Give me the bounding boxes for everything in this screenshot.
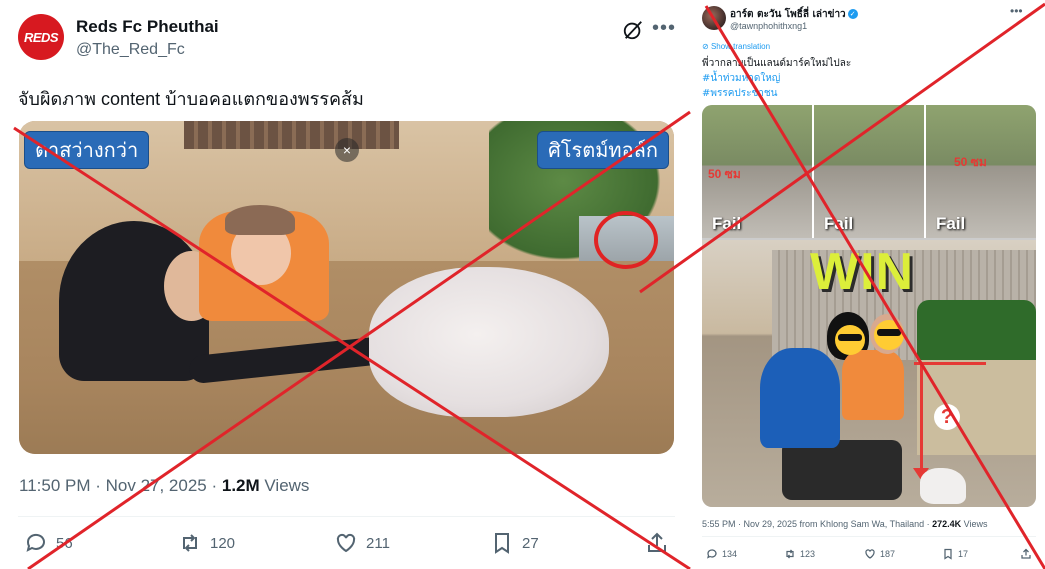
bookmark-button[interactable]: 27 [490,531,539,555]
media-wall [917,360,1036,455]
views-count: 1.2M [221,476,260,495]
media-label-right: ศิโรตม์ทอล์ก [537,131,669,169]
repost-icon [183,534,197,552]
media-panel: Fail [814,105,926,238]
avatar[interactable] [702,6,726,30]
divider [18,516,675,517]
bookmark-count: 17 [958,549,969,559]
bookmark-icon [944,548,952,560]
views-label: Views [259,476,310,495]
close-icon[interactable]: × [335,138,359,162]
handle[interactable]: @The_Red_Fc [76,41,185,59]
like-button[interactable]: 211 [334,531,390,555]
share-button[interactable] [1020,548,1036,560]
translate-icon: ⊘ [702,42,711,51]
highlight-circle [594,211,658,269]
tweet-meta: 5:55 PM · Nov 29, 2025 from Khlong Sam W… [702,519,988,529]
more-icon[interactable]: ••• [652,17,676,40]
media-fail-row: 50 ซม Fail Fail 50 ซม Fail [702,105,1036,238]
media-panel: 50 ซม Fail [702,105,814,238]
sunglasses-emoji-icon [835,325,865,355]
bookmark-button[interactable]: 17 [942,548,968,560]
tweet-meta: 11:50 PM · Nov 27, 2025 · 1.2M Views [19,476,309,496]
divider [702,536,1036,537]
media-hedge [917,300,1036,360]
repost-button[interactable]: 123 [784,548,815,560]
like-count: 187 [880,549,896,559]
display-name[interactable]: Reds Fc Pheuthai [76,17,219,37]
media-hat [225,205,295,235]
win-label: WIN [810,243,915,301]
tweet-time[interactable]: 5:55 PM · Nov 29, 2025 from Khlong Sam W… [702,519,932,529]
reply-icon [26,533,45,552]
media-win-panel: WIN ? [702,240,1036,507]
repost-button[interactable]: 120 [178,531,235,555]
fail-label: Fail [936,214,966,233]
tweet-text: จับผิดภาพ content บ้าบอคอแตกของพรรคส้ม [18,89,364,109]
tweet-time[interactable]: 11:50 PM · Nov 27, 2025 · [19,476,222,495]
share-icon [1021,548,1031,559]
media-plastic-bag [369,267,609,417]
like-icon [336,533,356,553]
reply-icon [707,549,717,559]
reply-button[interactable]: 134 [706,548,737,560]
bookmark-icon [495,533,509,554]
hashtag-link[interactable]: #น้ำท่วมหาดใหญ่ [702,71,851,86]
share-icon [648,532,666,552]
media-plastic-bag [920,468,966,504]
show-translation-label: Show translation [710,42,771,51]
reply-count: 134 [722,549,738,559]
media-panel: 50 ซม Fail [926,105,1036,238]
avatar[interactable]: REDS [18,14,64,60]
show-translation-link[interactable]: ⊘ Show translation [702,42,770,51]
display-name[interactable]: อาร์ต ตะวัน โพธิ์ลี่ เล่าข่าว ✓ [730,7,858,22]
like-icon [865,549,875,559]
water-line [914,362,986,365]
views-count: 272.4K [932,519,962,529]
repost-count: 120 [210,534,236,552]
media-person-blue [760,348,840,448]
views-label: Views [961,519,988,529]
fail-label: Fail [824,214,854,233]
reply-count: 56 [56,534,73,552]
measure-label: 50 ซม [954,155,987,169]
media-label-left: ตาสว่างกว่า [24,131,150,169]
display-name-text: อาร์ต ตะวัน โพธิ์ลี่ เล่าข่าว [730,9,846,20]
sunglasses-emoji-icon [874,320,904,350]
more-icon[interactable]: ••• [1010,4,1023,18]
tweet-media[interactable]: ตาสว่างกว่า ศิโรตม์ทอล์ก × [19,121,674,454]
question-mark: ? [934,404,960,430]
media-window [184,121,399,149]
measure-label: 50 ซม [708,167,741,181]
right-tweet: อาร์ต ตะวัน โพธิ์ลี่ เล่าข่าว ✓ @tawnphoh… [698,0,1045,569]
like-button[interactable]: 187 [864,548,895,560]
verified-icon: ✓ [847,9,858,19]
tweet-media[interactable]: 50 ซม Fail Fail 50 ซม Fail WIN ? [702,105,1036,507]
repost-icon [786,549,794,559]
media-legs [782,440,902,500]
reply-button[interactable]: 56 [24,531,73,555]
tweet-text: พี่วากลายเป็นแลนด์มาร์คใหม่ไปละ #น้ำท่วม… [702,56,851,101]
avatar-text: REDS [23,29,59,45]
fail-label: Fail [712,214,742,233]
like-count: 211 [366,534,390,552]
left-tweet: REDS Reds Fc Pheuthai @The_Red_Fc ••• จั… [0,0,690,569]
grok-icon[interactable] [622,19,644,41]
repost-count: 123 [800,549,816,559]
arrow-icon [920,362,923,472]
share-button[interactable] [645,531,677,555]
hashtag-link[interactable]: #พรรคประชาชน [702,86,851,101]
bookmark-count: 27 [522,534,539,552]
handle[interactable]: @tawnphohithxng1 [730,21,807,31]
tweet-text-line: พี่วากลายเป็นแลนด์มาร์คใหม่ไปละ [702,58,852,69]
media-life-vest [842,350,904,420]
